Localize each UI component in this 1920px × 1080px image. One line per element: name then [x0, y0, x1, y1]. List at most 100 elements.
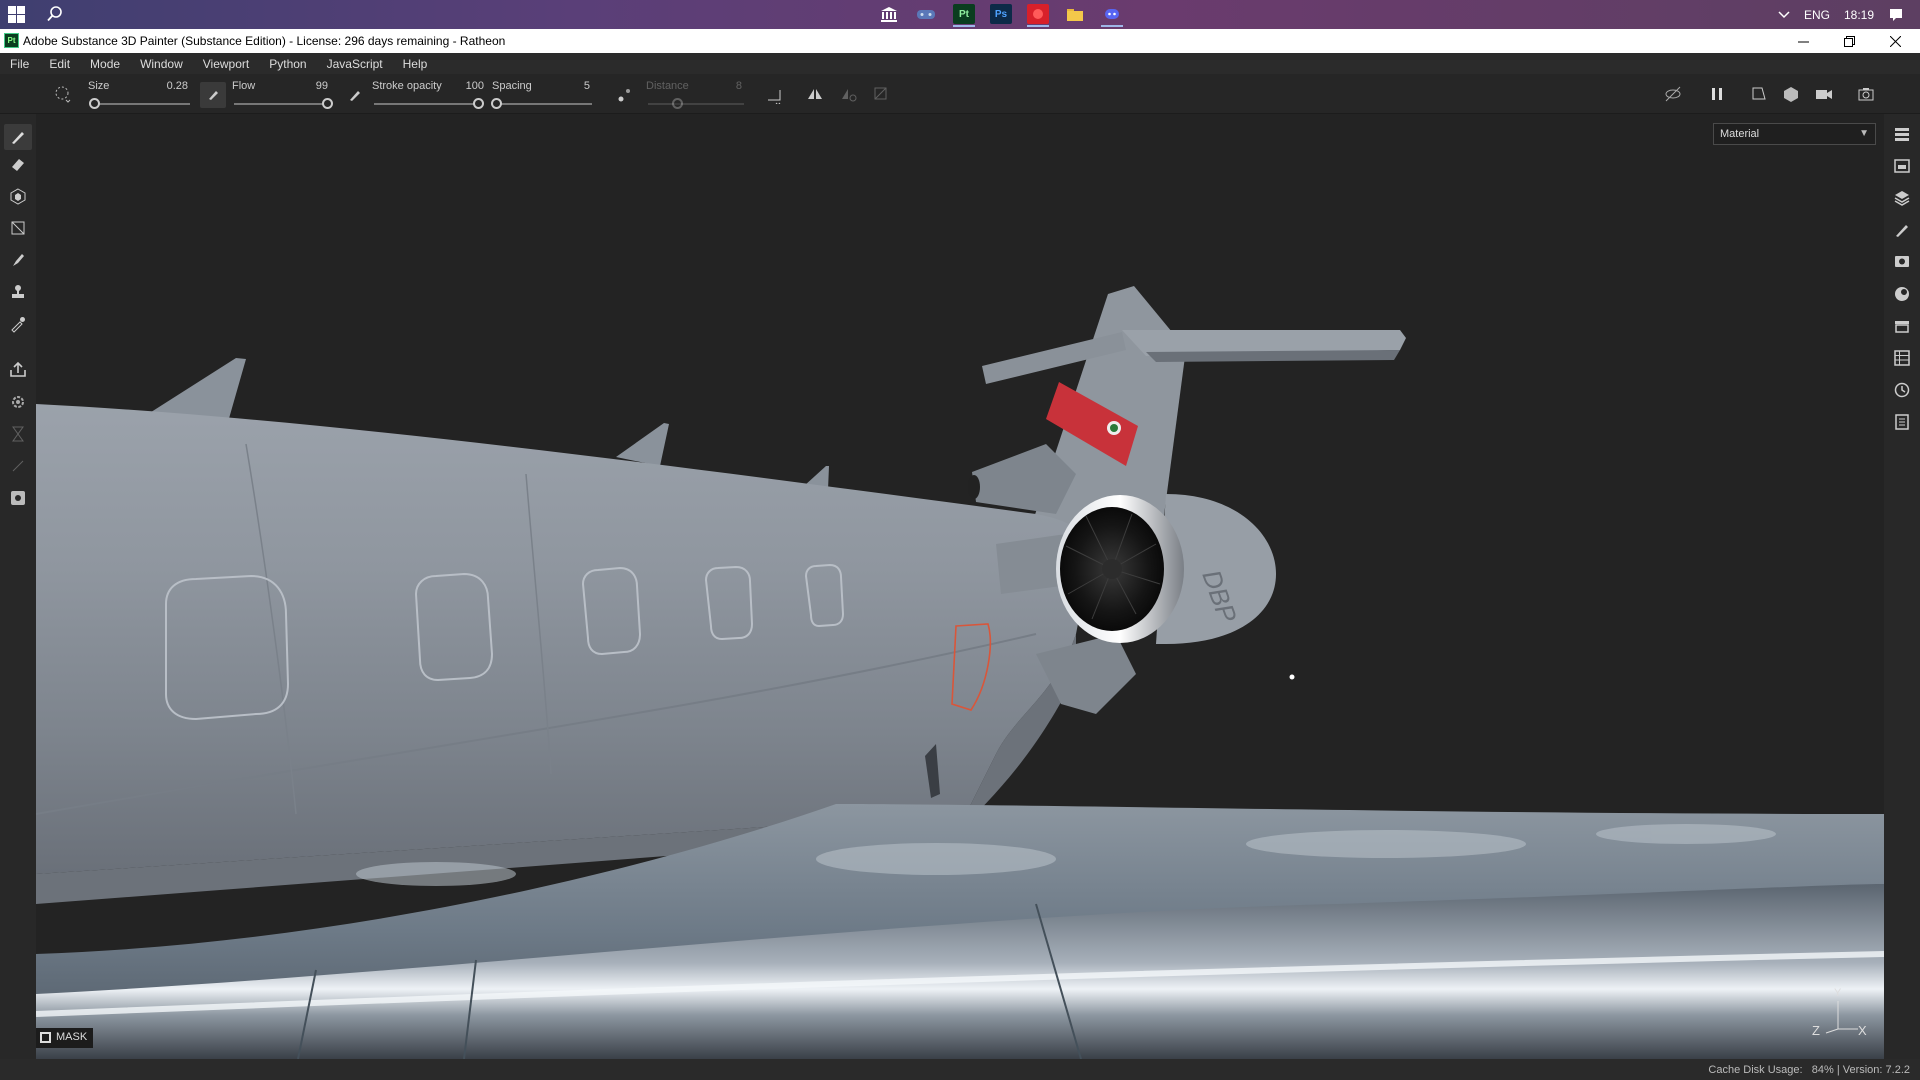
flow-value[interactable]: 99 — [300, 80, 328, 92]
texture-set-settings-button[interactable] — [1892, 156, 1912, 176]
history-icon — [1894, 382, 1910, 398]
polygon-fill-tool[interactable] — [8, 218, 28, 238]
uv-view-icon[interactable] — [1750, 85, 1768, 103]
bake-icon — [11, 491, 25, 505]
brush-shape-icon[interactable] — [54, 85, 72, 103]
language-indicator[interactable]: ENG — [1804, 8, 1830, 22]
assets-button[interactable] — [1892, 348, 1912, 368]
shelf-icon — [1895, 321, 1909, 333]
menu-file[interactable]: File — [0, 53, 39, 74]
camera-icon[interactable] — [1815, 85, 1833, 103]
transform-icon — [874, 87, 887, 100]
notification-icon[interactable] — [1888, 7, 1904, 23]
texture-set-settings[interactable] — [8, 392, 28, 412]
taskbar-app-discord[interactable] — [1101, 4, 1123, 27]
bake-tool[interactable] — [8, 488, 28, 508]
mask-label: MASK — [56, 1031, 88, 1043]
texture-set-list-button[interactable] — [1892, 124, 1912, 144]
symmetry-icon[interactable] — [806, 85, 824, 103]
window-title-bar: Pt Adobe Substance 3D Painter (Substance… — [0, 29, 1920, 53]
windows-start-icon[interactable] — [8, 6, 25, 23]
layers-icon — [1894, 191, 1910, 206]
flow-slider-knob[interactable] — [322, 98, 334, 109]
lazy-mouse-icon[interactable] — [616, 86, 634, 104]
screenshot-icon[interactable] — [1857, 85, 1875, 103]
left-toolbar — [0, 114, 36, 1059]
distance-slider-knob — [671, 98, 683, 109]
color-picker-tool[interactable] — [8, 314, 28, 334]
shelf-button[interactable] — [1892, 316, 1912, 336]
channel-select[interactable]: Material ▼ — [1713, 123, 1876, 145]
menu-help[interactable]: Help — [393, 53, 438, 74]
clock[interactable]: 18:19 — [1844, 8, 1874, 22]
menu-window[interactable]: Window — [130, 53, 193, 74]
smudge-icon — [13, 254, 24, 266]
chevron-up-icon[interactable] — [1778, 10, 1790, 19]
stroke-opacity-value[interactable]: 100 — [450, 80, 484, 92]
display-settings-button[interactable] — [1892, 252, 1912, 272]
restore-button[interactable] — [1826, 29, 1872, 53]
menu-javascript[interactable]: JavaScript — [317, 53, 393, 74]
paint-tool[interactable] — [4, 124, 32, 150]
spacing-label: Spacing — [492, 80, 532, 92]
log-button[interactable] — [1892, 412, 1912, 432]
link-tool — [8, 456, 28, 476]
size-value[interactable]: 0.28 — [150, 80, 188, 92]
windows-taskbar: Pt Ps ENG 18:19 — [0, 0, 1920, 29]
size-slider-knob[interactable] — [88, 98, 100, 109]
status-bar: Cache Disk Usage: 84% | Version: 7.2.2 — [0, 1059, 1920, 1080]
axis-x-label: X — [1858, 1023, 1867, 1038]
aircraft-model-render: DBP — [36, 286, 1884, 1059]
shader-settings-button[interactable] — [1892, 284, 1912, 304]
menu-bar: File Edit Mode Window Viewport Python Ja… — [0, 53, 1920, 74]
minimize-icon — [1797, 41, 1809, 42]
spacing-slider[interactable] — [494, 103, 592, 105]
properties-button[interactable] — [1892, 220, 1912, 240]
menu-mode[interactable]: Mode — [80, 53, 130, 74]
gamepad-icon[interactable] — [916, 7, 936, 22]
close-icon — [1889, 35, 1901, 47]
smudge-tool[interactable] — [8, 250, 28, 270]
stroke-opacity-slider-knob[interactable] — [473, 98, 484, 109]
clone-tool[interactable] — [8, 282, 28, 302]
flow-pressure-toggle[interactable] — [200, 82, 226, 108]
flow-slider[interactable] — [234, 103, 328, 105]
shader-sphere-icon — [1895, 287, 1909, 301]
3d-view-icon[interactable] — [1782, 85, 1800, 103]
hide-icon[interactable] — [1664, 85, 1682, 103]
projection-tool[interactable] — [8, 186, 28, 206]
mask-toggle[interactable]: MASK — [36, 1028, 94, 1048]
eraser-tool[interactable] — [8, 154, 28, 174]
spacing-value[interactable]: 5 — [560, 80, 590, 92]
channel-select-value: Material — [1720, 128, 1760, 140]
menu-viewport[interactable]: Viewport — [193, 53, 259, 74]
3d-viewport[interactable]: DBP Material ▼ MASK Y Z X — [36, 114, 1884, 1059]
menu-python[interactable]: Python — [259, 53, 316, 74]
taskbar-app-painter[interactable]: Pt — [953, 4, 975, 27]
minimize-button[interactable] — [1780, 29, 1826, 53]
stroke-opacity-label: Stroke opacity — [372, 80, 442, 92]
pause-icon[interactable] — [1708, 85, 1726, 103]
alignment-icon[interactable] — [766, 86, 784, 104]
taskbar-app-red[interactable] — [1027, 4, 1049, 27]
bake-export-tool[interactable] — [8, 360, 28, 380]
bank-icon[interactable] — [880, 6, 898, 23]
menu-edit[interactable]: Edit — [39, 53, 80, 74]
spacing-slider-knob[interactable] — [490, 98, 502, 109]
log-icon — [1895, 414, 1909, 430]
taskbar-app-explorer[interactable] — [1064, 4, 1086, 24]
size-slider[interactable] — [92, 103, 190, 105]
stroke-opacity-pressure-icon[interactable] — [346, 86, 364, 104]
stroke-opacity-slider[interactable] — [374, 103, 478, 105]
red-app-icon — [1033, 9, 1043, 19]
size-label: Size — [88, 80, 110, 92]
layers-button[interactable] — [1892, 188, 1912, 208]
folder-icon — [1067, 8, 1083, 21]
history-button[interactable] — [1892, 380, 1912, 400]
pen-pressure-icon — [209, 91, 218, 100]
pen-icon — [1896, 225, 1908, 237]
settings-panel-icon — [1894, 159, 1910, 173]
close-button[interactable] — [1872, 29, 1918, 53]
search-icon[interactable] — [46, 5, 64, 23]
taskbar-app-photoshop[interactable]: Ps — [990, 4, 1012, 24]
